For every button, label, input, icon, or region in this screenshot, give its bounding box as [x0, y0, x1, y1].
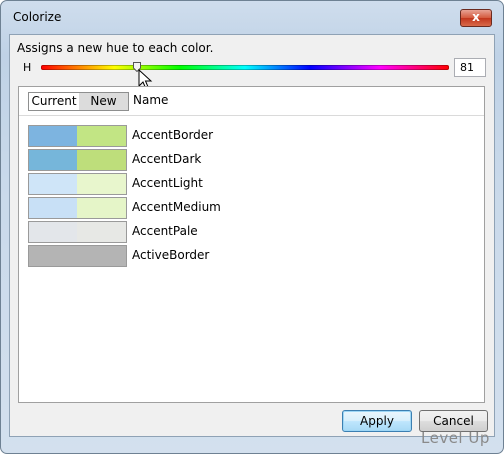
- current-color-swatch: [28, 125, 78, 147]
- toggle-new-button[interactable]: New: [79, 93, 128, 110]
- new-color-swatch: [77, 221, 127, 243]
- color-name: AccentBorder: [132, 128, 214, 142]
- current-color-swatch: [28, 149, 78, 171]
- list-item[interactable]: AccentMedium: [28, 197, 468, 219]
- hue-slider[interactable]: [41, 65, 449, 70]
- color-name: AccentLight: [132, 176, 203, 190]
- list-item[interactable]: AccentDark: [28, 149, 468, 171]
- list-header: Current New Name: [19, 87, 484, 114]
- current-color-swatch: [28, 221, 78, 243]
- toggle-current-button[interactable]: Current: [29, 93, 79, 110]
- new-color-swatch: [77, 149, 127, 171]
- close-icon: x: [472, 10, 480, 24]
- color-name: AccentMedium: [132, 200, 221, 214]
- color-name: ActiveBorder: [132, 248, 210, 262]
- dialog-description: Assigns a new hue to each color.: [17, 41, 214, 55]
- color-name: AccentDark: [132, 152, 202, 166]
- watermark-text: Level Up: [421, 429, 490, 447]
- list-item[interactable]: AccentLight: [28, 173, 468, 195]
- list-item[interactable]: ActiveBorder: [28, 245, 468, 267]
- name-column-header: Name: [133, 93, 169, 107]
- current-color-swatch: [28, 173, 78, 195]
- colorize-dialog: Colorize x Assigns a new hue to each col…: [0, 0, 504, 454]
- list-item[interactable]: AccentBorder: [28, 125, 468, 147]
- window-title: Colorize: [13, 10, 62, 24]
- color-name: AccentPale: [132, 224, 198, 238]
- current-color-swatch: [28, 197, 78, 219]
- new-color-swatch: [77, 245, 127, 267]
- title-bar: Colorize x: [1, 1, 503, 35]
- current-new-toggle[interactable]: Current New: [28, 92, 129, 111]
- new-color-swatch: [77, 125, 127, 147]
- new-color-swatch: [77, 173, 127, 195]
- list-item[interactable]: AccentPale: [28, 221, 468, 243]
- apply-button[interactable]: Apply: [342, 410, 412, 432]
- color-list: Current New Name AccentBorder AccentDark…: [18, 86, 485, 403]
- hue-value-field[interactable]: 81: [454, 58, 486, 77]
- header-divider: [19, 115, 484, 116]
- close-button[interactable]: x: [460, 9, 492, 27]
- hue-label: H: [23, 61, 32, 74]
- current-color-swatch: [28, 245, 78, 267]
- new-color-swatch: [77, 197, 127, 219]
- dialog-body: Assigns a new hue to each color. H 81 Cu…: [9, 34, 495, 437]
